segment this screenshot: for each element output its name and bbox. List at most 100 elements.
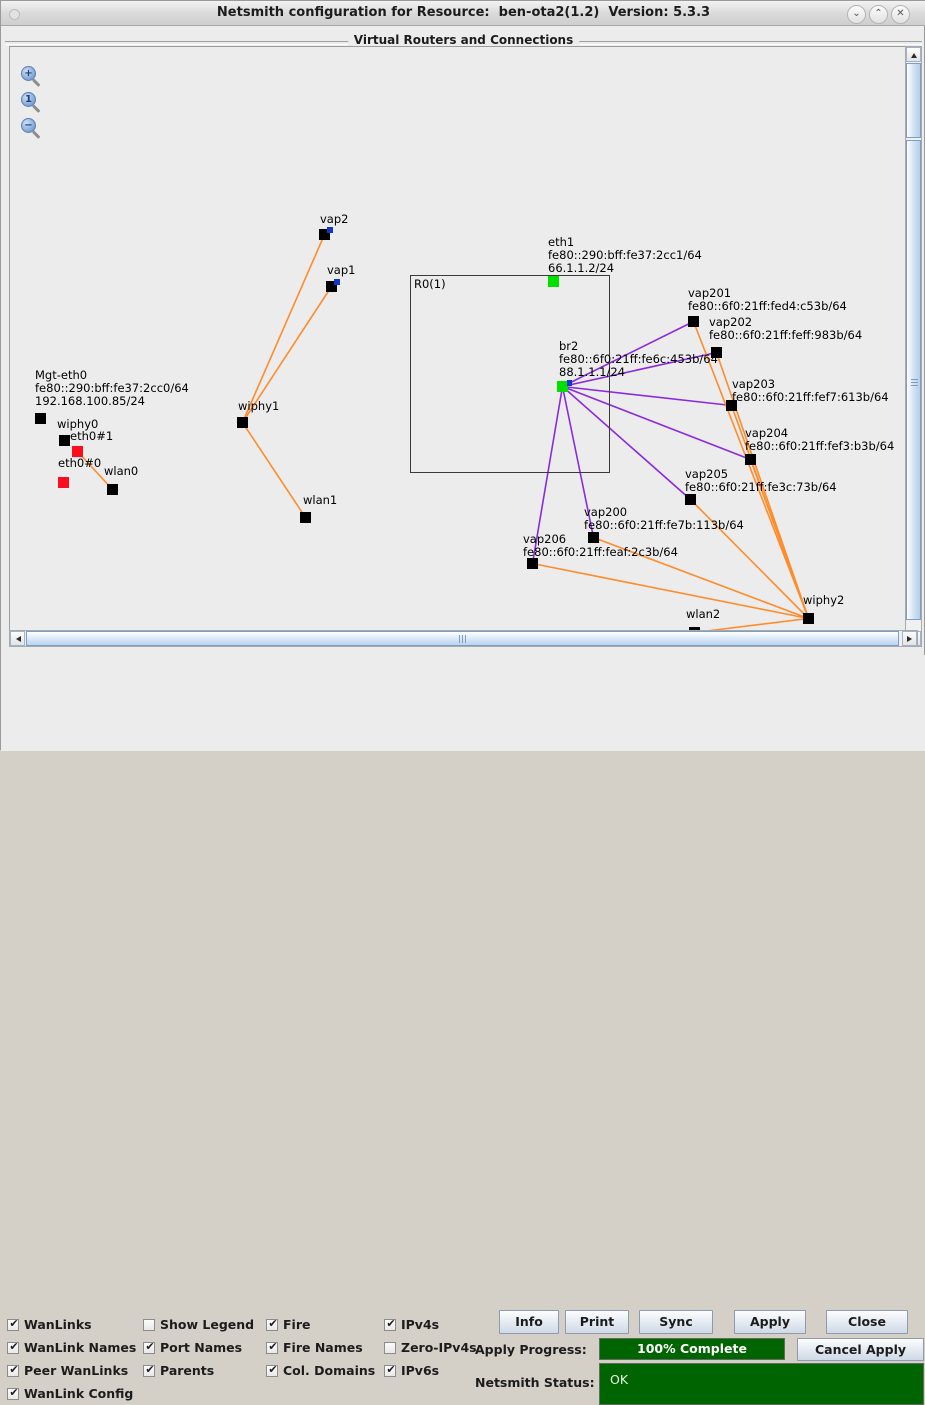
node-eth1[interactable]: [548, 276, 559, 287]
node-label-vap205: vap205 fe80::6f0:21ff:fe3c:73b/64: [685, 467, 837, 494]
node-label-vap203: vap203 fe80::6f0:21ff:fef7:613b/64: [732, 377, 889, 404]
node-wiphy1[interactable]: [237, 417, 248, 428]
node-wlan0[interactable]: [107, 484, 118, 495]
checkbox-label: Peer WanLinks: [24, 1363, 129, 1378]
sync-button[interactable]: Sync: [639, 1310, 713, 1334]
node-mgt-eth0[interactable]: [35, 413, 46, 424]
checkbox-label: IPv6s: [401, 1363, 440, 1378]
node-vap206[interactable]: [527, 558, 538, 569]
connection-wiphy1-wlan1: [241, 422, 307, 518]
node-label-mgt-eth0: Mgt-eth0 fe80::290:bff:fe37:2cc0/64 192.…: [35, 368, 189, 408]
node-wiphy2[interactable]: [803, 613, 814, 624]
node-vap205[interactable]: [685, 494, 696, 505]
checkbox-zero-ipv4s[interactable]: Zero-IPv4s: [384, 1340, 477, 1355]
cancel-apply-button[interactable]: Cancel Apply: [797, 1338, 924, 1361]
router-box-label: R0(1): [414, 277, 446, 291]
close-button[interactable]: Close: [826, 1310, 908, 1334]
node-eth0-0[interactable]: [58, 477, 69, 488]
checkmark-icon: [384, 1363, 397, 1377]
node-br2[interactable]: [557, 380, 572, 392]
netsmith-status-label: Netsmith Status:: [475, 1375, 595, 1390]
apply-progress-bar: 100% Complete: [599, 1338, 785, 1360]
checkbox-label: Fire Names: [283, 1340, 363, 1355]
horizontal-scroll-thumb[interactable]: [26, 631, 899, 646]
checkbox-peer-wanlinks[interactable]: Peer WanLinks: [7, 1363, 128, 1378]
checkbox-label: WanLinks: [24, 1317, 92, 1332]
checkbox-ipv4s[interactable]: IPv4s: [384, 1317, 439, 1332]
checkbox-show-legend[interactable]: Show Legend: [143, 1317, 254, 1332]
node-label-vap2: vap2: [320, 212, 349, 226]
node-wiphy0[interactable]: [59, 435, 70, 446]
checkmark-icon: [143, 1363, 156, 1377]
virtual-routers-group: Virtual Routers and Connections +1− R0(1…: [5, 32, 922, 651]
node-label-wlan1: wlan1: [303, 493, 338, 507]
node-label-vap204: vap204 fe80::6f0:21ff:fef3:b3b/64: [745, 426, 895, 453]
maximize-icon[interactable]: ⌃: [869, 5, 888, 24]
scroll-up-icon[interactable]: [906, 47, 921, 62]
zoom-in-icon[interactable]: +: [21, 66, 43, 88]
node-label-vap201: vap201 fe80::6f0:21ff:fed4:c53b/64: [688, 286, 847, 313]
zoom-out-icon[interactable]: −: [21, 118, 43, 140]
zoom-reset-icon[interactable]: 1: [21, 92, 43, 114]
node-label-vap202: vap202 fe80::6f0:21ff:feff:983b/64: [709, 315, 863, 342]
checkbox-label: Fire: [283, 1317, 311, 1332]
checkbox-wanlink-config[interactable]: WanLink Config: [7, 1386, 133, 1401]
checkbox-label: Col. Domains: [283, 1363, 376, 1378]
checkmark-icon: [7, 1317, 20, 1331]
info-button[interactable]: Info: [499, 1310, 559, 1334]
checkbox-parents[interactable]: Parents: [143, 1363, 214, 1378]
node-wlan1[interactable]: [300, 512, 311, 523]
checkbox-label: Zero-IPv4s: [401, 1340, 477, 1355]
checkbox-label: WanLink Config: [24, 1386, 134, 1401]
scroll-right-icon[interactable]: [902, 631, 917, 646]
canvas-scrollpane: +1− R0(1)Mgt-eth0 fe80::290:bff:fe37:2cc…: [9, 46, 918, 649]
checkbox-fire-names[interactable]: Fire Names: [266, 1340, 363, 1355]
vertical-scroll-track-thumb[interactable]: [906, 140, 921, 620]
connection-wiphy1-vap2: [241, 234, 326, 423]
network-canvas[interactable]: +1− R0(1)Mgt-eth0 fe80::290:bff:fe37:2cc…: [10, 47, 900, 649]
checkbox-col-domains[interactable]: Col. Domains: [266, 1363, 375, 1378]
apply-progress-label: Apply Progress:: [475, 1342, 587, 1357]
checkmark-icon: [7, 1386, 20, 1400]
connection-vap206-wiphy2: [532, 562, 809, 620]
checkmark-icon: [266, 1363, 279, 1377]
checkmark-icon: [266, 1317, 279, 1331]
node-vap202[interactable]: [711, 347, 722, 358]
node-label-eth0-1: eth0#1: [70, 429, 114, 443]
print-button[interactable]: Print: [565, 1310, 629, 1334]
vertical-scroll-thumb[interactable]: [906, 63, 921, 138]
checkmark-icon: [384, 1342, 396, 1354]
checkmark-icon: [143, 1340, 156, 1354]
window-title: Netsmith configuration for Resource: ben…: [216, 5, 711, 20]
node-vap204[interactable]: [745, 454, 756, 465]
checkbox-label: Parents: [160, 1363, 215, 1378]
checkbox-port-names[interactable]: Port Names: [143, 1340, 242, 1355]
minimize-icon[interactable]: ⌄: [847, 5, 866, 24]
node-vap203[interactable]: [726, 400, 737, 411]
checkmark-icon: [7, 1363, 20, 1377]
checkbox-label: WanLink Names: [24, 1340, 137, 1355]
canvas-vertical-scrollbar[interactable]: [905, 46, 922, 647]
checkbox-wanlinks[interactable]: WanLinks: [7, 1317, 92, 1332]
apply-button[interactable]: Apply: [734, 1310, 806, 1334]
node-vap201[interactable]: [688, 316, 699, 327]
node-vap2[interactable]: [319, 227, 333, 240]
node-vap1[interactable]: [326, 279, 340, 292]
checkmark-icon: [384, 1317, 397, 1331]
netsmith-window: Netsmith configuration for Resource: ben…: [0, 0, 925, 1405]
node-label-eth0-0: eth0#0: [58, 456, 102, 470]
node-label-vap206: vap206 fe80::6f0:21ff:feaf:2c3b/64: [523, 532, 678, 559]
scroll-left-icon[interactable]: [10, 631, 25, 646]
title-bar: Netsmith configuration for Resource: ben…: [1, 1, 925, 26]
canvas-horizontal-scrollbar[interactable]: [9, 630, 918, 647]
checkbox-wanlink-names[interactable]: WanLink Names: [7, 1340, 136, 1355]
control-panel: WanLinks WanLink Names Peer WanLinks WanLin…: [1, 655, 925, 1405]
checkbox-label: Port Names: [160, 1340, 243, 1355]
checkbox-ipv6s[interactable]: IPv6s: [384, 1363, 439, 1378]
node-label-br2: br2 fe80::6f0:21ff:fe6c:453b/64 88.1.1.1…: [559, 339, 718, 379]
node-label-wiphy2: wiphy2: [803, 593, 845, 607]
netsmith-status-value: OK: [599, 1363, 924, 1405]
node-label-wiphy1: wiphy1: [238, 399, 280, 413]
close-icon[interactable]: ✕: [891, 5, 910, 24]
checkbox-fire[interactable]: Fire: [266, 1317, 310, 1332]
